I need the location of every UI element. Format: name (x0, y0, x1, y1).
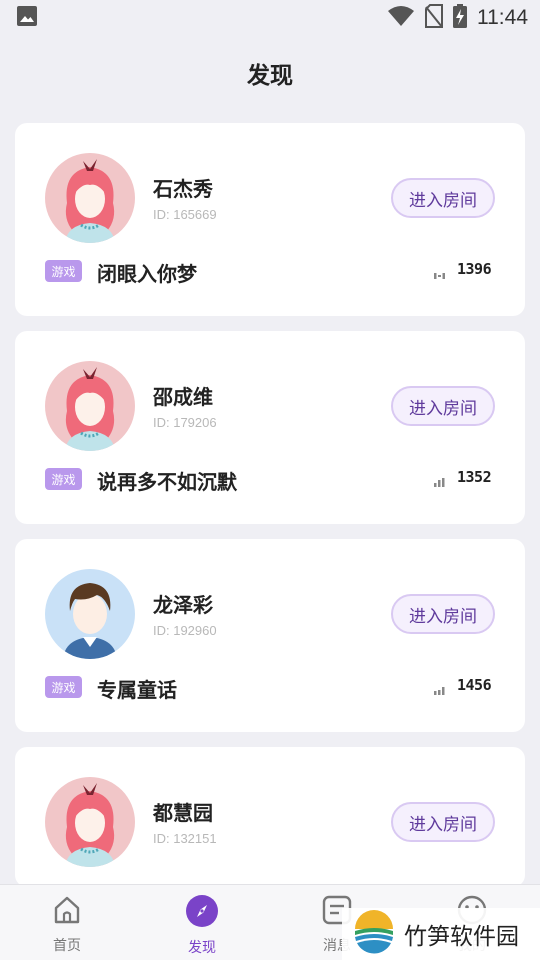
enter-room-button[interactable]: 进入房间 (391, 802, 495, 842)
status-time: 11:44 (477, 6, 528, 29)
signal-icon (434, 265, 446, 284)
user-id: ID: 165669 (153, 207, 217, 222)
game-tag: 游戏 (45, 468, 82, 490)
user-id: ID: 192960 (153, 623, 217, 638)
user-name: 都慧园 (153, 801, 213, 825)
room-card[interactable]: 石杰秀 ID: 165669 进入房间游戏 闭眼入你梦 1396 (15, 123, 525, 316)
room-title: 闭眼入你梦 (97, 262, 197, 286)
heat-count: 1456 (457, 676, 492, 694)
watermark-text: 竹笋软件园 (404, 924, 519, 950)
enter-room-button[interactable]: 进入房间 (391, 594, 495, 634)
heat-count: 1352 (457, 468, 492, 486)
no-sim-icon (425, 4, 443, 32)
room-card[interactable]: 龙泽彩 ID: 192960 进入房间游戏 专属童话 1456 (15, 539, 525, 732)
tab-discover[interactable]: 发现 (162, 895, 242, 957)
user-id: ID: 179206 (153, 415, 217, 430)
tab-home[interactable]: 首页 (27, 895, 107, 955)
user-name: 邵成维 (153, 385, 213, 409)
room-card[interactable]: 邵成维 ID: 179206 进入房间游戏 说再多不如沉默 1352 (15, 331, 525, 524)
enter-room-button[interactable]: 进入房间 (391, 386, 495, 426)
home-icon (52, 895, 82, 929)
room-title: 专属童话 (97, 678, 177, 702)
status-bar: 11:44 (0, 0, 540, 36)
signal-icon (434, 473, 446, 492)
watermark: 竹笋软件园 (342, 908, 540, 960)
game-tag: 游戏 (45, 260, 82, 282)
avatar[interactable] (45, 153, 135, 243)
watermark-logo-icon (352, 910, 396, 958)
user-id: ID: 132151 (153, 831, 217, 846)
avatar[interactable] (45, 777, 135, 867)
tab-discover-label: 发现 (188, 940, 216, 956)
room-title: 说再多不如沉默 (97, 470, 237, 494)
image-icon (16, 5, 38, 31)
user-name: 石杰秀 (153, 177, 213, 201)
heat-count: 1396 (457, 260, 492, 278)
page-title: 发现 (247, 63, 293, 89)
avatar[interactable] (45, 569, 135, 659)
enter-room-button[interactable]: 进入房间 (391, 178, 495, 218)
wifi-icon (387, 5, 415, 31)
compass-icon (186, 895, 218, 931)
signal-icon (434, 681, 446, 700)
room-card[interactable]: 都慧园 ID: 132151 进入房间 (15, 747, 525, 887)
tab-home-label: 首页 (53, 938, 81, 954)
game-tag: 游戏 (45, 676, 82, 698)
avatar[interactable] (45, 361, 135, 451)
user-name: 龙泽彩 (153, 593, 213, 617)
battery-charging-icon (453, 4, 467, 32)
